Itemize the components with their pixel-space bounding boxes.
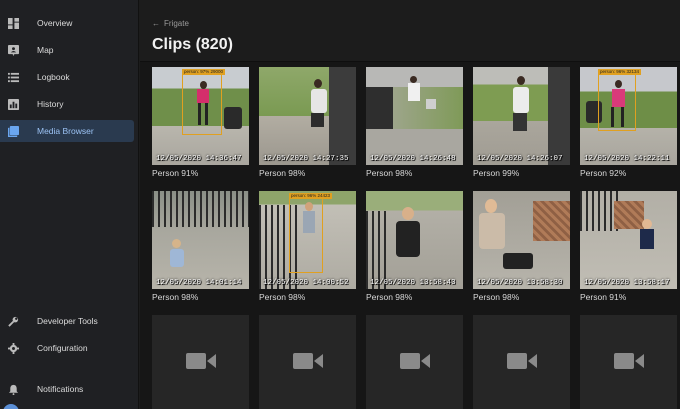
arrow-left-icon: ← [152,19,160,28]
header: ← Frigate Clips (820) [140,0,680,62]
clip-card[interactable]: 12/05/2020 14:26:48 Person 98% [366,67,463,178]
clip-thumbnail[interactable]: person: 97% 29000 12/05/2020 14:36:47 [152,67,249,165]
clip-card[interactable]: person: 97% 29000 12/05/2020 14:36:47 Pe… [152,67,249,178]
back-label: Frigate [164,19,189,28]
clip-caption: Person 98% [473,292,520,302]
clip-caption: Person 98% [259,168,306,178]
sidebar: Overview Map Logbook History Media Brows… [0,0,139,409]
avatar[interactable] [3,404,19,409]
logbook-icon [7,71,19,83]
sidebar-item-map[interactable]: Map [0,39,134,61]
clip-caption: Person 98% [366,292,413,302]
clip-placeholder[interactable] [473,315,570,409]
video-camera-icon [185,351,216,376]
clip-card[interactable]: 12/05/2020 13:58:17 Person 91% [580,191,677,302]
clip-timestamp: 12/05/2020 13:58:30 [477,279,563,287]
clip-placeholder[interactable] [259,315,356,409]
clip-timestamp: 12/05/2020 14:01:14 [156,279,242,287]
main-content: ← Frigate Clips (820) person: 97% 29000 … [140,0,680,409]
clip-thumbnail[interactable]: 12/05/2020 14:26:48 [366,67,463,165]
detection-label: person: 96% 24423 [289,193,333,199]
clip-caption: Person 92% [580,168,627,178]
clip-thumbnail[interactable]: 12/05/2020 13:58:17 [580,191,677,289]
sidebar-item-label: Configuration [37,343,88,353]
app: Overview Map Logbook History Media Brows… [0,0,680,409]
sidebar-item-logbook[interactable]: Logbook [0,66,134,88]
sidebar-item-label: Logbook [37,72,70,82]
clip-placeholder[interactable] [152,315,249,409]
dashboard-icon [7,17,19,29]
clip-card[interactable]: person: 96% 24423 12/05/2020 14:00:52 Pe… [259,191,356,302]
history-icon [7,98,19,110]
clip-timestamp: 12/05/2020 14:26:07 [477,155,563,163]
clip-caption: Person 91% [152,168,199,178]
clip-thumbnail[interactable]: 12/05/2020 13:58:30 [473,191,570,289]
video-camera-icon [399,351,430,376]
media-browser-icon [7,125,19,137]
detection-label: person: 97% 29000 [182,69,226,75]
clip-placeholder[interactable] [580,315,677,409]
clip-caption: Person 98% [366,168,413,178]
clip-card[interactable]: person: 96% 32134 12/05/2020 14:22:11 Pe… [580,67,677,178]
clip-caption: Person 98% [259,292,306,302]
video-camera-icon [506,351,537,376]
clip-timestamp: 12/05/2020 13:58:43 [370,279,456,287]
clip-timestamp: 12/05/2020 14:00:52 [263,279,349,287]
sidebar-item-label: Developer Tools [37,316,98,326]
clip-thumbnail[interactable]: person: 96% 24423 12/05/2020 14:00:52 [259,191,356,289]
sidebar-item-history[interactable]: History [0,93,134,115]
clip-card[interactable]: 12/05/2020 14:27:35 Person 98% [259,67,356,178]
wrench-icon [7,315,19,327]
clip-card[interactable]: 12/05/2020 13:58:30 Person 98% [473,191,570,302]
clip-thumbnail[interactable]: 12/05/2020 13:58:43 [366,191,463,289]
sidebar-item-configuration[interactable]: Configuration [0,337,134,359]
clip-timestamp: 12/05/2020 14:36:47 [156,155,242,163]
clip-caption: Person 99% [473,168,520,178]
clip-thumbnail[interactable]: 12/05/2020 14:01:14 [152,191,249,289]
sidebar-item-overview[interactable]: Overview [0,12,134,34]
bell-icon [7,383,19,395]
clip-card[interactable]: 12/05/2020 13:58:43 Person 98% [366,191,463,302]
clip-caption: Person 91% [580,292,627,302]
video-camera-icon [292,351,323,376]
sidebar-item-label: Media Browser [37,126,94,136]
video-camera-icon [613,351,644,376]
sidebar-item-developer-tools[interactable]: Developer Tools [0,310,134,332]
sidebar-item-label: Map [37,45,54,55]
clip-timestamp: 12/05/2020 14:27:35 [263,155,349,163]
clip-thumbnail[interactable]: 12/05/2020 14:26:07 [473,67,570,165]
clip-caption: Person 98% [152,292,199,302]
clip-timestamp: 12/05/2020 13:58:17 [584,279,670,287]
map-icon [7,44,19,56]
sidebar-item-label: Notifications [37,384,84,394]
clip-timestamp: 12/05/2020 14:22:11 [584,155,670,163]
clip-thumbnail[interactable]: person: 96% 32134 12/05/2020 14:22:11 [580,67,677,165]
gear-icon [7,342,19,354]
detection-box: person: 96% 32134 [598,69,642,131]
sidebar-item-label: Overview [37,18,73,28]
clip-card[interactable]: 12/05/2020 14:01:14 Person 98% [152,191,249,302]
back-link[interactable]: ← Frigate [152,19,189,28]
sidebar-item-label: History [37,99,64,109]
clip-card[interactable]: 12/05/2020 14:26:07 Person 99% [473,67,570,178]
page-title: Clips (820) [152,36,233,53]
clip-timestamp: 12/05/2020 14:26:48 [370,155,456,163]
detection-box: person: 97% 29000 [182,69,226,135]
detection-label: person: 96% 32134 [598,69,642,75]
sidebar-item-media-browser[interactable]: Media Browser [0,120,134,142]
detection-box: person: 96% 24423 [289,193,333,273]
clip-thumbnail[interactable]: 12/05/2020 14:27:35 [259,67,356,165]
clip-placeholder[interactable] [366,315,463,409]
sidebar-item-notifications[interactable]: Notifications [0,378,134,400]
